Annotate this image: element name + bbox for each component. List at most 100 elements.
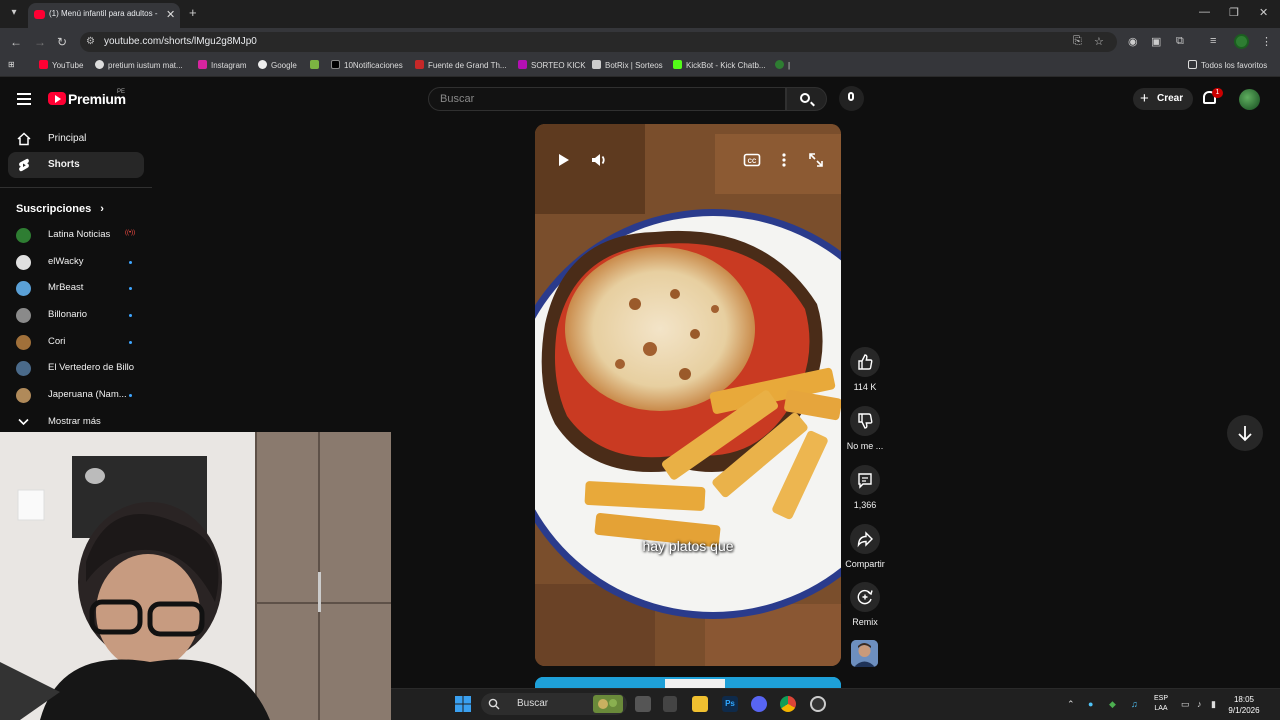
remix-button[interactable] <box>850 582 880 612</box>
bookmarks-bar: ⊞ YouTube pretium iustum mat... Instagra… <box>0 56 1280 77</box>
keyboard-language[interactable]: ESP LAA <box>1150 694 1172 714</box>
fullscreen-icon[interactable] <box>806 150 826 170</box>
search-button[interactable] <box>786 87 827 111</box>
more-options-icon[interactable] <box>774 150 794 170</box>
create-button[interactable]: + Crear <box>1133 88 1193 110</box>
profile-avatar[interactable] <box>1234 34 1249 49</box>
extension-icon[interactable]: ◉ <box>1128 35 1138 48</box>
share-icon <box>857 531 873 548</box>
screen: ▾ (1) Menú infantil para adultos - ✕ + —… <box>0 0 1280 720</box>
search-placeholder: Buscar <box>440 93 475 105</box>
subscriptions-heading[interactable]: Suscripciones › <box>16 203 104 215</box>
task-view-icon[interactable] <box>635 696 651 712</box>
circle-icon <box>775 60 784 69</box>
tray-overflow-icon[interactable]: ⌃ <box>1067 699 1075 710</box>
bookmark-misc[interactable]: | <box>775 60 790 70</box>
bookmark-star-icon[interactable]: ☆ <box>1094 35 1104 48</box>
create-label: Crear <box>1157 93 1184 104</box>
speaker-icon[interactable]: ♪ <box>1197 699 1202 709</box>
subscription-billonario[interactable]: Billonario <box>16 305 156 325</box>
channel-avatar <box>16 335 31 350</box>
youtube-icon <box>39 60 48 69</box>
account-avatar[interactable] <box>1239 89 1260 110</box>
volume-icon[interactable] <box>589 150 609 170</box>
captions-icon[interactable]: CC <box>742 150 762 170</box>
chrome-icon[interactable] <box>780 696 796 712</box>
tray-shield-icon[interactable]: ◆ <box>1109 699 1116 710</box>
apps-grid-icon[interactable]: ⊞ <box>8 60 15 69</box>
bookmark-pinwheel[interactable] <box>310 60 323 70</box>
language-code: ESP <box>1153 695 1168 702</box>
menu-icon[interactable] <box>17 93 31 105</box>
search-input[interactable]: Buscar <box>428 87 786 111</box>
browser-tab-active[interactable]: (1) Menú infantil para adultos - ✕ <box>28 3 180 28</box>
taskbar-search[interactable]: Buscar <box>481 693 627 715</box>
subscription-latina-noticias[interactable]: Latina Noticias ((•)) <box>16 225 156 245</box>
comments-button[interactable] <box>850 465 880 495</box>
tray-app-icon[interactable]: ● <box>1088 699 1093 709</box>
network-icon[interactable]: ▭ <box>1181 699 1190 710</box>
discord-icon[interactable] <box>751 696 767 712</box>
share-button[interactable] <box>850 524 880 554</box>
bookmark-fuente-gta[interactable]: Fuente de Grand Th... <box>415 60 507 70</box>
browser-menu-icon[interactable]: ⋮ <box>1261 35 1272 48</box>
photoshop-icon[interactable]: Ps <box>722 696 738 712</box>
bookmark-botrix[interactable]: BotRix | Sorteos <box>592 60 663 70</box>
file-explorer-icon[interactable] <box>692 696 708 712</box>
reload-icon[interactable]: ↻ <box>57 35 67 49</box>
share-label: Compartir <box>845 559 885 569</box>
url-text: youtube.com/shorts/lMgu2g8MJp0 <box>104 36 257 47</box>
bookmark-x-notificaciones[interactable]: 10Notificaciones <box>331 60 403 70</box>
subscription-japeruana[interactable]: Japeruana (Nam... <box>16 385 156 405</box>
like-count: 114 K <box>853 382 877 392</box>
forward-icon[interactable]: → <box>34 35 46 49</box>
app-icon[interactable] <box>810 696 826 712</box>
like-button[interactable] <box>850 347 880 377</box>
tab-close-icon[interactable]: ✕ <box>166 8 175 21</box>
install-app-icon[interactable]: ⎘ <box>1073 35 1082 48</box>
reading-list-icon[interactable]: ≡ <box>1210 35 1216 47</box>
bookmark-kickbot[interactable]: KickBot - Kick Chatb... <box>673 60 766 70</box>
bookmark-instagram[interactable]: Instagram <box>198 60 247 70</box>
new-tab-icon[interactable]: + <box>189 5 197 20</box>
all-bookmarks[interactable]: Todos los favoritos <box>1188 60 1267 70</box>
subscription-el-vertedero[interactable]: El Vertedero de Billo <box>16 358 156 378</box>
youtube-logo-icon[interactable] <box>48 92 66 105</box>
dislike-label: No me ... <box>846 441 884 451</box>
show-more-button[interactable]: Mostrar más <box>16 412 156 432</box>
system-clock[interactable]: 18:05 9/1/2026 <box>1227 694 1261 716</box>
extensions-puzzle-icon[interactable]: ⧉ <box>1176 35 1184 48</box>
x-icon <box>331 60 340 69</box>
shorts-icon <box>19 158 29 172</box>
battery-icon[interactable]: ▮ <box>1211 699 1216 710</box>
address-bar[interactable]: ⚙ youtube.com/shorts/lMgu2g8MJp0 ⎘ ☆ <box>80 32 1117 52</box>
windows-start-icon[interactable] <box>455 696 471 712</box>
restore-icon[interactable]: ❐ <box>1229 6 1239 19</box>
voice-search-button[interactable] <box>839 86 864 111</box>
sidebar-item-shorts[interactable]: Shorts <box>8 152 144 178</box>
site-info-icon[interactable]: ⚙ <box>86 36 95 47</box>
file-icon[interactable] <box>663 696 677 712</box>
microphone-icon[interactable]: ♫ <box>1131 699 1138 709</box>
channel-avatar <box>16 281 31 296</box>
channel-thumbnail[interactable] <box>851 640 878 667</box>
play-icon[interactable] <box>553 150 573 170</box>
back-icon[interactable]: ← <box>10 35 22 49</box>
window-close-icon[interactable]: ✕ <box>1259 6 1268 19</box>
tab-search-icon[interactable]: ▾ <box>6 5 22 21</box>
extension-icon[interactable]: ▣ <box>1151 35 1161 48</box>
bookmark-youtube[interactable]: YouTube <box>39 60 83 70</box>
dislike-button[interactable] <box>850 406 880 436</box>
minimize-icon[interactable]: — <box>1199 6 1210 18</box>
subscription-mrbeast[interactable]: MrBeast <box>16 278 156 298</box>
next-video-button[interactable] <box>1227 415 1263 451</box>
bookmark-pretium[interactable]: pretium iustum mat... <box>95 60 183 70</box>
sidebar-item-principal[interactable]: Principal <box>8 126 144 152</box>
shorts-video-player[interactable]: CC hay platos que <box>535 124 841 666</box>
subscription-cori[interactable]: Cori <box>16 332 156 352</box>
subscription-elwacky[interactable]: elWacky <box>16 252 156 272</box>
search-icon <box>488 698 500 710</box>
bookmark-sorteo-kick[interactable]: SORTEO KICK <box>518 60 586 70</box>
new-content-dot <box>129 287 132 290</box>
bookmark-google[interactable]: Google <box>258 60 297 70</box>
